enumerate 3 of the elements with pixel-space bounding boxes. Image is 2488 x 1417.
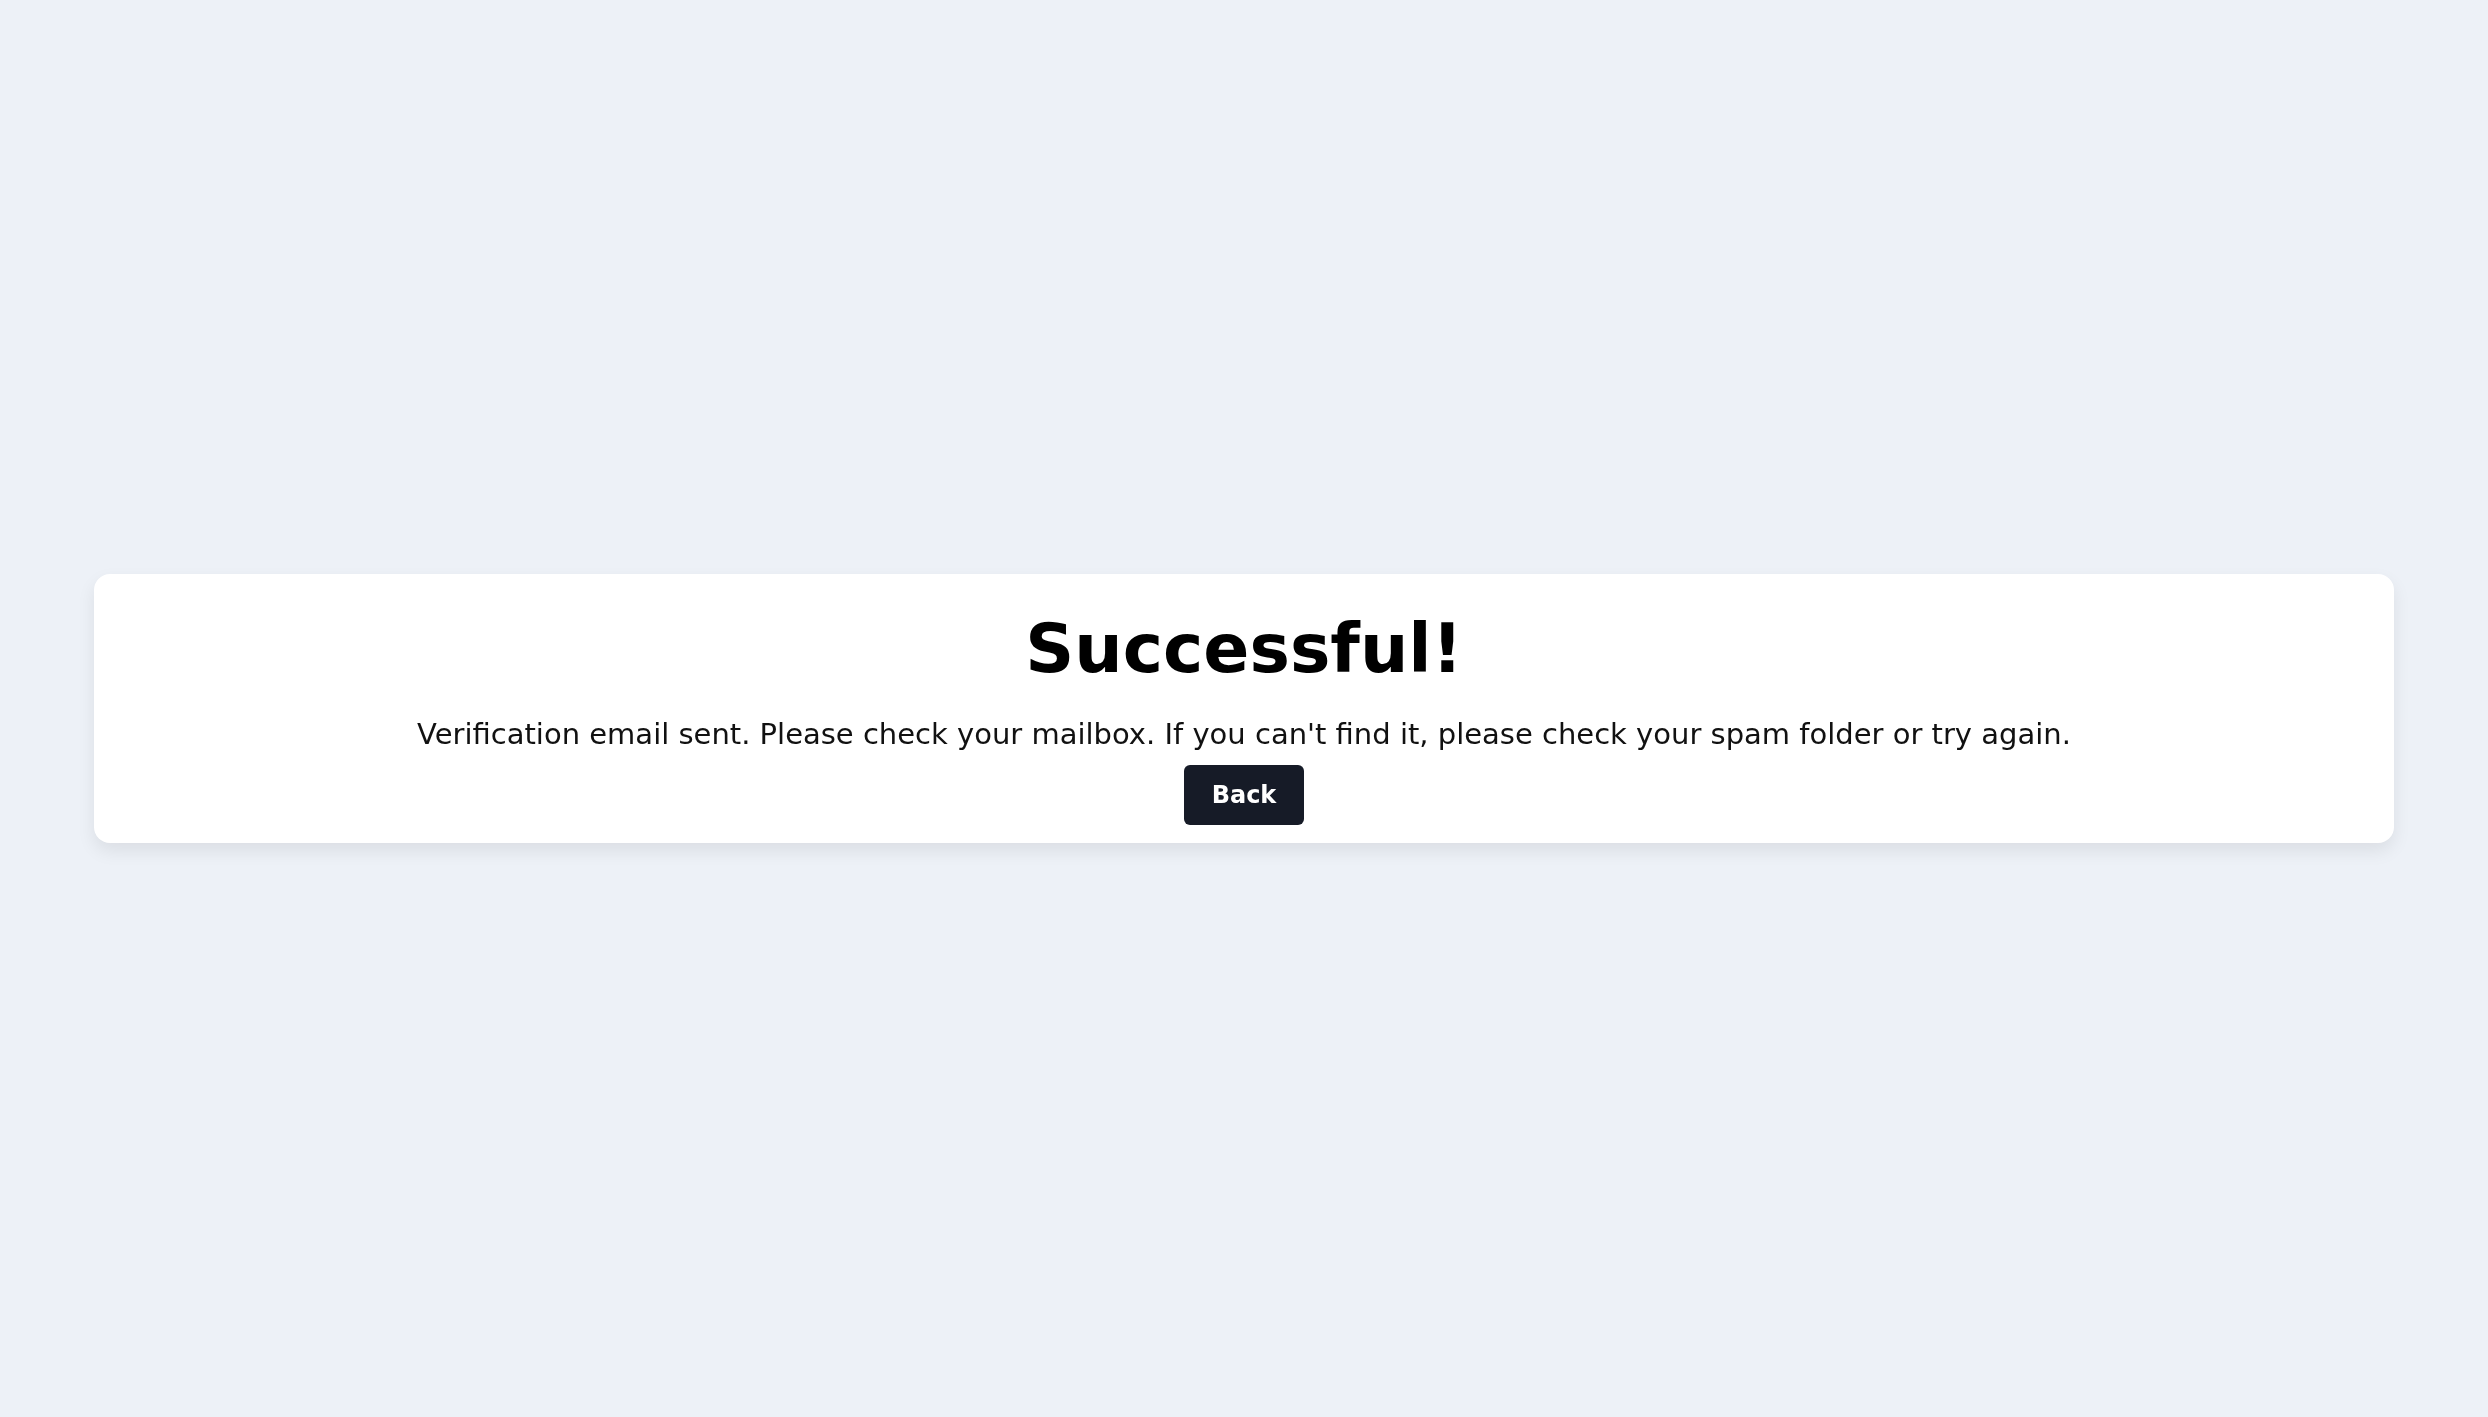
verification-message: Verification email sent. Please check your mailbox. If you can't find it, please check your spam folder or try again. (417, 717, 2071, 752)
back-button[interactable]: Back (1183, 765, 1305, 826)
success-title: Successful! (1025, 607, 1463, 690)
